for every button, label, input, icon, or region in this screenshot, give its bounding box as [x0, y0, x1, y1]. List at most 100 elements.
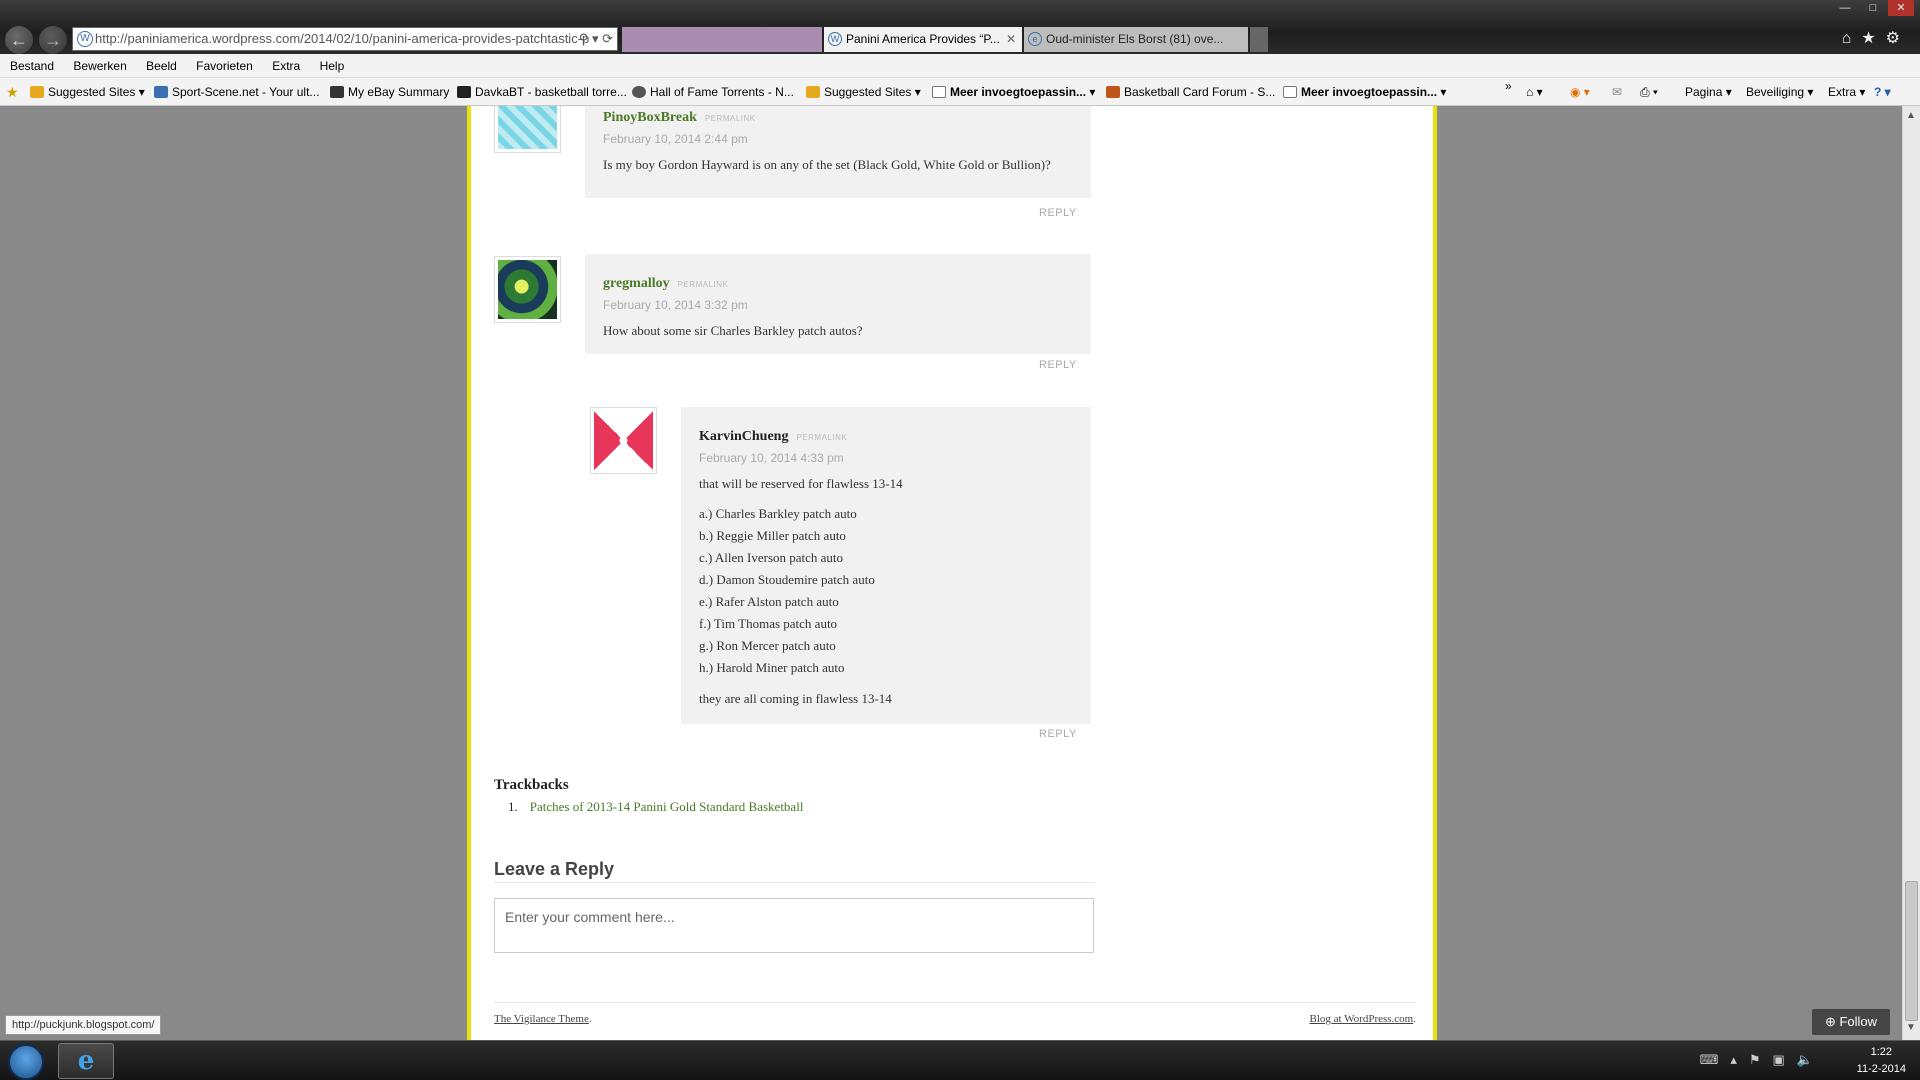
home-dropdown-icon[interactable]: ⌂ ▾	[1526, 78, 1543, 106]
minimize-icon[interactable]: —	[1832, 0, 1858, 16]
gear-icon[interactable]: ⚙	[1886, 30, 1910, 47]
menu-favorieten[interactable]: Favorieten	[196, 54, 253, 78]
comment-box: gregmalloy PERMALINK February 10, 2014 3:…	[585, 254, 1091, 354]
menu-bestand[interactable]: Bestand	[10, 54, 54, 78]
start-button[interactable]	[8, 1044, 44, 1080]
tray-expand-icon[interactable]: ▴	[1730, 1052, 1749, 1067]
fav-davkabt[interactable]: DavkaBT - basketball torre...	[457, 78, 627, 106]
content-column: PinoyBoxBreak PERMALINK February 10, 2014…	[467, 106, 1437, 1040]
suggested-sites-icon	[30, 86, 44, 98]
follow-button[interactable]: ⊕ Follow	[1812, 1009, 1890, 1035]
reply-link[interactable]: REPLY	[1039, 728, 1077, 740]
identicon-image	[498, 106, 557, 149]
fav-suggested-sites[interactable]: Suggested Sites ▾	[30, 78, 145, 106]
address-tools[interactable]: ⚲ ▾ ⟳	[579, 28, 613, 50]
scroll-down-icon[interactable]: ▼	[1906, 1022, 1916, 1033]
close-tab-icon[interactable]: ✕	[1006, 27, 1016, 52]
suggested-sites-icon	[806, 86, 820, 98]
reply-link[interactable]: REPLY	[1039, 359, 1077, 371]
trackbacks-list: 1. Patches of 2013-14 Panini Gold Standar…	[508, 799, 803, 815]
back-button[interactable]: ←	[4, 25, 34, 55]
comment-author[interactable]: KarvinChueng	[699, 429, 788, 444]
tab-panini-america[interactable]: W Panini America Provides “P... ✕	[824, 27, 1022, 52]
tab-els-borst[interactable]: e Oud-minister Els Borst (81) ove...	[1024, 27, 1248, 52]
fav-ebay[interactable]: My eBay Summary	[330, 78, 449, 106]
list-item: c.) Allen Iverson patch auto	[699, 550, 844, 565]
reply-link[interactable]: REPLY	[1039, 207, 1077, 219]
page-viewport: PinoyBoxBreak PERMALINK February 10, 2014…	[0, 106, 1902, 1040]
back-arrow-icon: ←	[10, 30, 28, 50]
new-tab-button[interactable]	[1250, 27, 1268, 52]
fav-addons-2[interactable]: Meer invoegtoepassin... ▾	[1283, 78, 1446, 106]
footer-theme[interactable]: The Vigilance Theme.	[494, 1013, 592, 1025]
clock-time: 1:22	[1870, 1046, 1893, 1058]
forward-button[interactable]: →	[38, 25, 68, 55]
close-window-icon[interactable]: ✕	[1888, 0, 1914, 16]
vertical-scrollbar[interactable]: ▲ ▼	[1902, 106, 1920, 1040]
flag-icon[interactable]: ⚑	[1749, 1052, 1773, 1067]
cmd-pagina[interactable]: Pagina ▾	[1685, 78, 1732, 106]
comment-date[interactable]: February 10, 2014 4:33 pm	[699, 451, 1079, 465]
forward-arrow-icon: →	[44, 30, 62, 50]
add-favorite-star-icon[interactable]: ★	[6, 78, 19, 106]
address-bar[interactable]: W http://paniniamerica.wordpress.com/201…	[72, 27, 618, 51]
keyboard-icon[interactable]: ⌨	[1700, 1052, 1731, 1067]
cmd-beveiliging[interactable]: Beveiliging ▾	[1746, 78, 1813, 106]
permalink[interactable]: PERMALINK	[796, 433, 847, 442]
menu-bewerken[interactable]: Bewerken	[73, 54, 126, 78]
window-controls: — □ ✕	[1832, 0, 1914, 16]
list-item: d.) Damon Stoudemire patch auto	[699, 572, 875, 587]
comment-date[interactable]: February 10, 2014 2:44 pm	[603, 132, 1073, 146]
menu-extra[interactable]: Extra	[272, 54, 300, 78]
comment-box: PinoyBoxBreak PERMALINK February 10, 2014…	[585, 106, 1091, 198]
maximize-icon[interactable]: □	[1860, 0, 1886, 16]
comment-text: How about some sir Charles Barkley patch…	[603, 323, 863, 338]
footer-blog-link[interactable]: Blog at WordPress.com.	[1310, 1013, 1416, 1025]
site-icon	[154, 86, 168, 98]
fav-suggested-sites-2[interactable]: Suggested Sites ▾	[806, 78, 921, 106]
menu-bar: Bestand Bewerken Beeld Favorieten Extra …	[0, 54, 1920, 78]
permalink[interactable]: PERMALINK	[678, 280, 729, 289]
list-item: g.) Ron Mercer patch auto	[699, 638, 836, 653]
status-bar-url: http://puckjunk.blogspot.com/	[5, 1015, 162, 1035]
permalink[interactable]: PERMALINK	[705, 114, 756, 123]
fav-sport-scene[interactable]: Sport-Scene.net - Your ult...	[154, 78, 319, 106]
comment-date[interactable]: February 10, 2014 3:32 pm	[603, 298, 863, 312]
rss-icon[interactable]: ◉ ▾	[1570, 78, 1590, 106]
list-item: b.) Reggie Miller patch auto	[699, 528, 846, 543]
cmd-extra[interactable]: Extra ▾	[1828, 78, 1865, 106]
comment-box: KarvinChueng PERMALINK February 10, 2014 …	[681, 407, 1091, 724]
site-icon	[457, 86, 471, 98]
chevron-more-icon[interactable]: »	[1505, 72, 1512, 100]
menu-beeld[interactable]: Beeld	[146, 54, 177, 78]
ie-icon: e	[1028, 32, 1042, 46]
tab-blank[interactable]	[622, 27, 822, 52]
taskbar-clock[interactable]: 1:22 11-2-2014	[1857, 1044, 1906, 1078]
site-icon	[1106, 86, 1120, 98]
comment-text: they are all coming in flawless 13-14	[699, 691, 892, 706]
toolbar-right-icons: ⌂★⚙	[1842, 28, 1910, 48]
avatar	[494, 106, 561, 153]
print-icon[interactable]: ⎙ ▾	[1640, 78, 1658, 106]
fav-basketball-card-forum[interactable]: Basketball Card Forum - S...	[1106, 78, 1275, 106]
trackback-link[interactable]: Patches of 2013-14 Panini Gold Standard …	[530, 799, 804, 814]
fav-hall-of-fame[interactable]: Hall of Fame Torrents - N...	[632, 78, 794, 106]
help-icon[interactable]: ? ▾	[1874, 78, 1891, 106]
scrollbar-thumb[interactable]	[1905, 881, 1918, 1021]
page-icon	[1283, 86, 1297, 98]
menu-help[interactable]: Help	[320, 54, 345, 78]
comment-input[interactable]: Enter your comment here...	[494, 898, 1094, 953]
list-item: h.) Harold Miner patch auto	[699, 660, 845, 675]
volume-icon[interactable]: 🔈	[1797, 1052, 1825, 1067]
comment-author[interactable]: gregmalloy	[603, 276, 670, 291]
leave-reply-heading: Leave a Reply	[494, 859, 1094, 883]
favorites-star-icon[interactable]: ★	[1861, 30, 1885, 47]
home-icon[interactable]: ⌂	[1842, 30, 1862, 47]
scroll-up-icon[interactable]: ▲	[1906, 110, 1916, 121]
comment-author[interactable]: PinoyBoxBreak	[603, 110, 697, 125]
mail-icon[interactable]: ✉	[1612, 78, 1622, 106]
avatar-image	[498, 260, 557, 319]
internet-explorer-taskbar-button[interactable]: e	[58, 1043, 114, 1079]
network-icon[interactable]: ▣	[1773, 1052, 1797, 1067]
fav-addons-1[interactable]: Meer invoegtoepassin... ▾	[932, 78, 1095, 106]
